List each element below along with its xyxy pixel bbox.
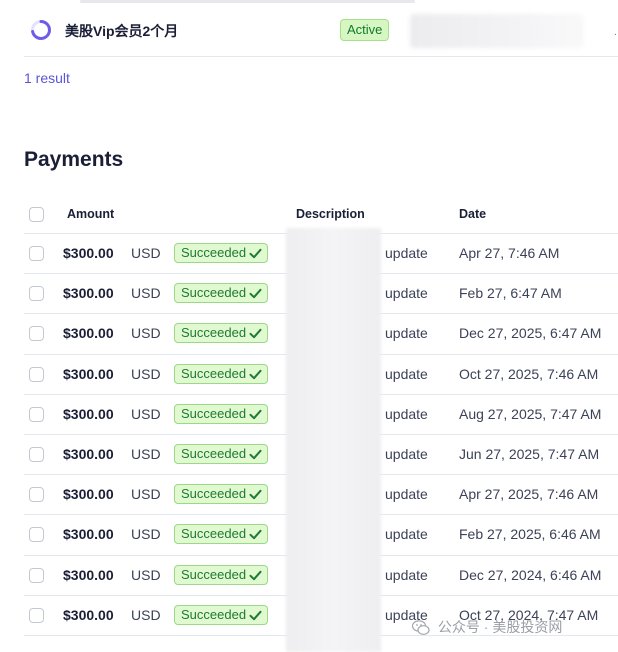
payment-date: Feb 27, 6:47 AM [459,285,562,302]
payment-date: Jun 27, 2025, 7:47 AM [459,445,600,462]
status-label: Succeeded [181,325,247,341]
status-label: Succeeded [181,245,247,260]
payment-description: update [385,245,428,261]
redacted-area [410,14,584,48]
checkmark-icon [249,289,262,299]
status-badge: Succeeded [174,323,269,344]
payment-date: Apr 27, 7:46 AM [459,245,560,261]
truncated-glyph: . [614,27,617,38]
watermark-text: 公众号 · 美股投资网 [437,619,563,635]
payment-currency: USD [131,486,161,503]
row-checkbox[interactable] [29,286,44,302]
payment-currency: USD [131,526,161,543]
column-header-description[interactable]: Description [296,207,365,221]
payment-description: update [385,285,428,302]
checkmark-icon [249,409,262,420]
payment-description: update [385,445,428,462]
row-checkbox[interactable] [29,246,44,261]
payment-currency: USD [131,445,161,462]
status-label: Succeeded [181,285,247,301]
row-checkbox[interactable] [29,567,44,583]
section-title: Payments [24,148,124,171]
status-badge: Succeeded [174,604,269,625]
subscription-row[interactable]: 美股Vip会员2个月 Active . [24,8,618,57]
row-checkbox[interactable] [29,487,44,503]
payment-amount: $300.00 [63,526,114,543]
payment-currency: USD [131,325,161,342]
row-checkbox[interactable] [29,527,44,543]
row-checkbox[interactable] [29,406,44,422]
status-badge: Succeeded [174,524,269,545]
status-badge: Succeeded [174,363,269,384]
status-badge: Active [340,19,390,41]
row-checkbox[interactable] [29,607,44,623]
checkmark-icon [249,530,262,540]
select-all-checkbox[interactable] [29,207,44,222]
payment-amount: $300.00 [63,606,114,623]
payment-description: update [385,526,428,543]
partial-ring-icon [31,20,51,40]
payment-amount: $300.00 [63,365,114,382]
payment-date: Feb 27, 2025, 6:46 AM [459,526,601,543]
top-divider [80,0,415,3]
payment-currency: USD [131,405,161,422]
checkmark-icon [249,369,262,379]
status-badge: Succeeded [174,484,269,505]
payment-description: update [385,566,428,583]
status-badge: Succeeded [174,283,269,304]
payment-amount: $300.00 [63,486,114,503]
column-header-date[interactable]: Date [459,207,486,221]
payment-amount: $300.00 [63,405,114,422]
column-header-amount[interactable]: Amount [67,207,114,221]
row-checkbox[interactable] [29,446,44,462]
row-checkbox[interactable] [29,366,44,382]
payment-description: update [385,486,428,503]
status-label: Succeeded [181,486,247,502]
payment-amount: $300.00 [63,445,114,462]
payment-amount: $300.00 [63,245,114,261]
status-label: Succeeded [181,606,247,622]
status-label: Succeeded [181,526,247,542]
payment-date: Dec 27, 2024, 6:46 AM [459,566,602,583]
payment-description: update [385,365,428,382]
status-badge: Succeeded [174,564,269,585]
payment-currency: USD [131,566,161,583]
payment-amount: $300.00 [63,285,114,302]
payment-currency: USD [131,245,161,261]
result-count: 1 result [24,70,70,86]
payment-currency: USD [131,606,161,623]
wechat-icon [412,620,430,636]
payment-currency: USD [131,365,161,382]
payment-date: Aug 27, 2025, 7:47 AM [459,405,602,422]
payment-amount: $300.00 [63,325,114,342]
checkmark-icon [249,570,262,580]
checkmark-icon [249,329,262,339]
subscription-name[interactable]: 美股Vip会员2个月 [65,21,178,41]
payment-description: update [385,405,428,422]
payment-amount: $300.00 [63,566,114,583]
payment-date: Dec 27, 2025, 6:47 AM [459,325,602,342]
checkmark-icon [249,610,262,620]
status-badge: Succeeded [174,403,269,424]
status-badge: Succeeded [174,443,269,464]
watermark: 公众号 · 美股投资网 [412,617,562,637]
checkmark-icon [249,489,262,500]
status-label: Succeeded [181,365,247,381]
status-badge: Succeeded [174,243,269,263]
row-checkbox[interactable] [29,326,44,342]
checkmark-icon [249,248,262,259]
status-label: Succeeded [181,405,247,421]
status-label: Succeeded [181,445,247,461]
payment-date: Apr 27, 2025, 7:46 AM [459,486,599,503]
payment-currency: USD [131,285,161,302]
redacted-column [286,228,381,652]
checkmark-icon [249,449,262,460]
payment-description: update [385,325,428,342]
status-label: Succeeded [181,566,247,582]
payment-date: Oct 27, 2025, 7:46 AM [459,365,599,382]
